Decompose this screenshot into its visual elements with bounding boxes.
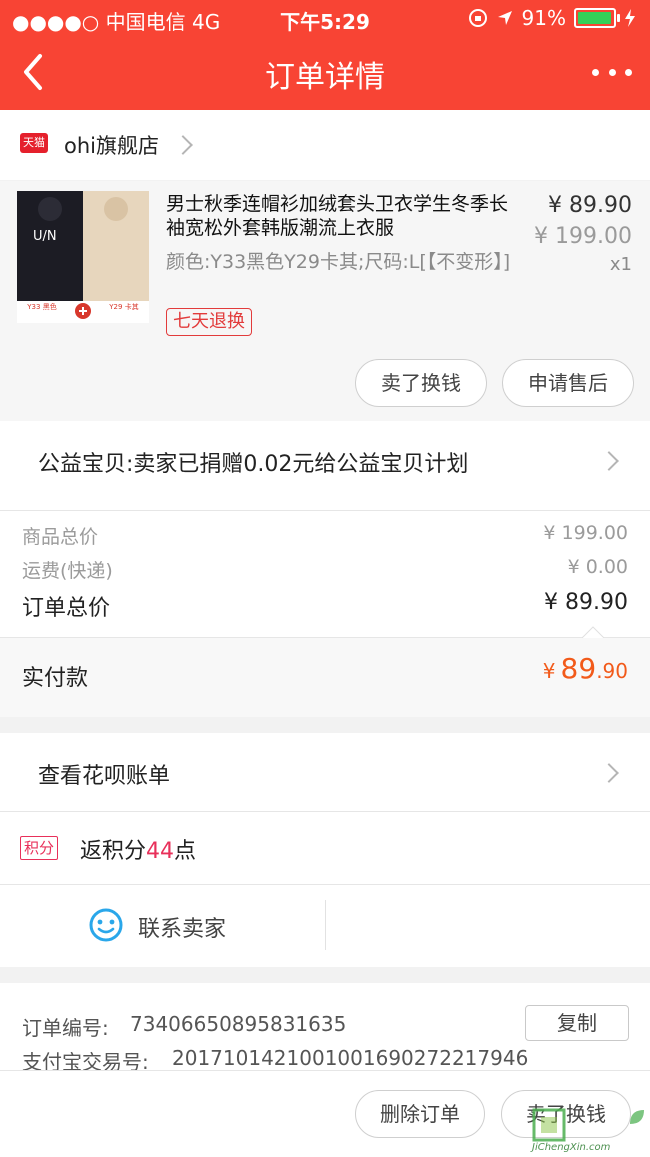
more-dot [592, 68, 599, 76]
goods-total-value: ¥ 199.00 [543, 522, 628, 544]
product-price: ¥ 89.90 [548, 193, 632, 218]
product-title[interactable]: 男士秋季连帽衫加绒套头卫衣学生冬季长袖宽松外套韩版潮流上衣服 [166, 192, 516, 240]
points-badge: 积分 [20, 836, 59, 860]
product-thumbnail[interactable]: U/N Y33 黑色 Y29 卡其 [17, 191, 149, 323]
contact-seller-button[interactable]: 联系卖家 [88, 905, 318, 949]
status-right: 91% [468, 6, 636, 30]
watermark-logo [532, 1108, 566, 1142]
thumb-left-caption: Y33 黑色 [27, 303, 57, 311]
points-number: 44 [146, 839, 175, 864]
battery-percent: 91% [521, 6, 566, 30]
delete-order-button[interactable]: 删除订单 [355, 1090, 485, 1138]
thumb-left-text: U/N [33, 229, 57, 244]
paid-dec: .90 [596, 659, 628, 683]
paid-int: 89 [560, 652, 597, 685]
paid-currency: ¥ [542, 659, 556, 683]
shipping-label: 运费(快递) [22, 560, 113, 582]
watermark-text: JiChengXin.com [532, 1142, 611, 1153]
order-no-label: 订单编号: [22, 1016, 109, 1040]
app-header: ●●●●○ 中国电信 4G 下午5:29 91% 订单详情 [0, 0, 650, 110]
points-prefix: 返积分 [80, 839, 147, 864]
order-total-value: ¥ 89.90 [544, 590, 628, 615]
shop-name[interactable]: ohi旗舰店 [64, 130, 159, 160]
copy-button[interactable]: 复制 [525, 1005, 629, 1041]
charging-bolt-icon [625, 9, 635, 27]
page-title: 订单详情 [265, 60, 385, 95]
goods-total-label: 商品总价 [22, 526, 99, 548]
divider [0, 510, 650, 511]
leaf-icon [630, 1110, 644, 1124]
order-total-label: 订单总价 [22, 596, 111, 621]
paid-label: 实付款 [22, 666, 89, 691]
more-options-button[interactable] [592, 60, 632, 84]
divider [0, 884, 650, 885]
chat-smile-icon [89, 908, 123, 942]
after-sale-button[interactable]: 申请售后 [502, 359, 634, 407]
more-dot [625, 68, 632, 76]
charity-text[interactable]: 公益宝贝:卖家已捐赠0.02元给公益宝贝计划 [38, 446, 468, 478]
seven-day-return-badge: 七天退换 [166, 308, 252, 336]
contact-seller-label: 联系卖家 [138, 917, 227, 942]
more-dot [608, 68, 616, 76]
pointer-notch-icon [582, 626, 604, 638]
product-spec: 颜色:Y33黑色Y29卡其;尺码:L[【不变形】] [166, 251, 511, 273]
battery-icon [574, 8, 620, 28]
status-bar: ●●●●○ 中国电信 4G 下午5:29 91% [0, 0, 650, 36]
shipping-value: ¥ 0.00 [567, 556, 628, 578]
product-quantity: x1 [609, 254, 632, 275]
product-original-price: ¥ 199.00 [534, 224, 632, 249]
paid-amount: ¥ 89.90 [543, 652, 628, 685]
order-no-value: 73406650895831635 [130, 1012, 347, 1036]
divider [0, 811, 650, 812]
divider [325, 900, 326, 950]
sell-exchange-button[interactable]: 卖了换钱 [355, 359, 487, 407]
thumb-right-caption: Y29 卡其 [109, 303, 139, 311]
points-text: 返积分44点 [80, 833, 196, 865]
watermark: JiChengXin.com [532, 1108, 648, 1154]
location-arrow-icon [497, 11, 512, 25]
huabei-label[interactable]: 查看花呗账单 [38, 758, 170, 790]
tmall-badge: 天猫 [20, 133, 48, 153]
points-suffix: 点 [174, 839, 197, 864]
alipay-trade-no: 2017101421001001690272217946 [172, 1046, 529, 1070]
rotation-lock-icon [468, 9, 487, 27]
